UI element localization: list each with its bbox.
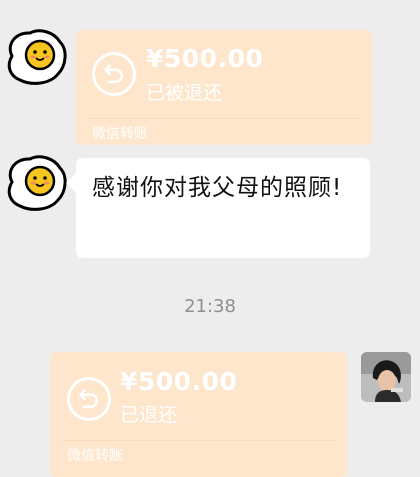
card-divider (62, 440, 335, 441)
user-photo (361, 352, 411, 402)
transfer-status: 已退还 (120, 404, 178, 426)
transfer-status: 已被退还 (146, 82, 223, 104)
transfer-amount: ¥500.00 (146, 44, 264, 73)
fried-egg-icon (7, 155, 67, 211)
message-timestamp: 21:38 (184, 296, 236, 317)
text-message-bubble[interactable]: 感谢你对我父母的照顾! (76, 158, 370, 258)
transfer-footer-label: 微信转账 (92, 126, 148, 142)
transfer-amount: ¥500.00 (120, 367, 238, 396)
contact-avatar[interactable] (2, 26, 70, 88)
message-text: 感谢你对我父母的照顾! (92, 175, 343, 201)
user-photo-avatar[interactable] (361, 352, 411, 402)
fried-egg-icon (7, 29, 67, 85)
card-divider (88, 118, 360, 119)
refund-icon (92, 52, 136, 96)
contact-avatar[interactable] (2, 152, 70, 214)
transfer-card-refunded[interactable]: ¥500.00 已被退还 微信转账 (76, 30, 372, 145)
transfer-card-returned[interactable]: ¥500.00 已退还 微信转账 (50, 352, 347, 477)
transfer-footer-label: 微信转账 (67, 448, 123, 464)
refund-icon (67, 377, 111, 421)
